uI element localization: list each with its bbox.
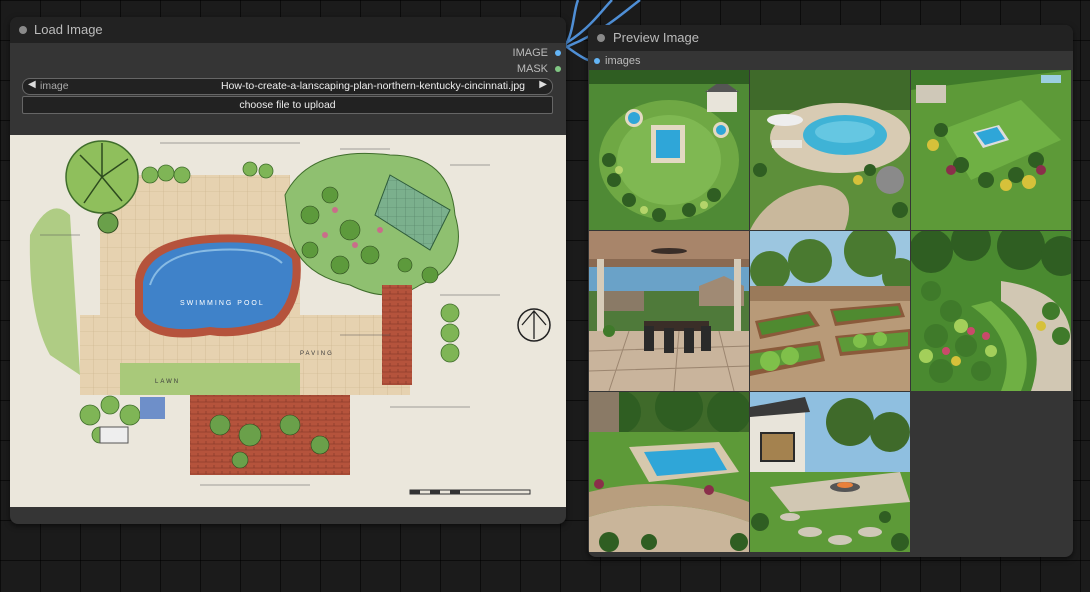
collapse-dot-icon[interactable] — [19, 26, 27, 34]
choose-file-button[interactable]: choose file to upload — [22, 96, 553, 114]
collapse-dot-icon[interactable] — [597, 34, 605, 42]
preview-thumbnail[interactable] — [589, 392, 749, 552]
preview-thumbnail[interactable] — [911, 70, 1071, 230]
preview-thumbnail[interactable] — [750, 70, 910, 230]
preview-image-node[interactable]: Preview Image images — [588, 25, 1073, 557]
node-title: Load Image — [34, 22, 103, 37]
plan-label: LAWN — [155, 379, 180, 385]
preview-thumbnail[interactable] — [750, 392, 910, 552]
preview-thumbnail[interactable] — [589, 231, 749, 391]
output-label-mask: MASK — [516, 63, 548, 75]
loaded-image-preview: SWIMMING POOL LAWN PAVING — [10, 135, 566, 507]
preview-image-grid — [588, 69, 1073, 553]
input-label-images: images — [605, 55, 641, 67]
load-image-node[interactable]: Load Image IMAGE MASK ◀ image How-to-cre… — [10, 17, 566, 524]
preview-thumbnail[interactable] — [750, 231, 910, 391]
output-slot-mask[interactable] — [555, 66, 561, 72]
node-canvas[interactable]: Load Image IMAGE MASK ◀ image How-to-cre… — [0, 0, 1090, 592]
output-slot-image[interactable] — [555, 50, 561, 56]
landscape-plan-drawing: SWIMMING POOL LAWN PAVING — [29, 140, 551, 495]
preview-thumbnail[interactable] — [589, 70, 749, 230]
preview-thumbnail[interactable] — [911, 231, 1071, 391]
next-arrow-icon[interactable]: ▶ — [539, 79, 547, 90]
output-label-image: IMAGE — [512, 47, 548, 59]
image-combo-widget[interactable]: ◀ image How-to-create-a-lanscaping-plan-… — [22, 78, 553, 95]
plan-label: PAVING — [300, 351, 334, 357]
input-slot-images[interactable] — [594, 58, 600, 64]
widget-value: How-to-create-a-lanscaping-plan-northern… — [220, 80, 525, 92]
widget-label: image — [40, 80, 69, 92]
node-title: Preview Image — [613, 30, 699, 45]
prev-arrow-icon[interactable]: ◀ — [28, 79, 36, 90]
plan-label: SWIMMING POOL — [180, 300, 265, 307]
